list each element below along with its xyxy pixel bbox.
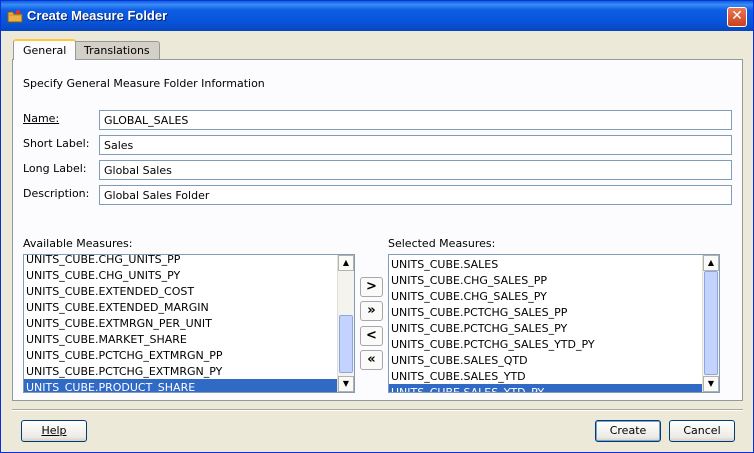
list-item[interactable]: UNITS_CUBE.CHG_SALES_PP — [389, 272, 702, 288]
move-all-button[interactable]: » — [360, 301, 383, 321]
list-item[interactable]: UNITS_CUBE.SALES_QTD — [389, 352, 702, 368]
list-item[interactable]: UNITS_CUBE.CHG_UNITS_PY — [24, 267, 337, 283]
list-item[interactable]: UNITS_CUBE.SALES_YTD — [389, 368, 702, 384]
short-label-field[interactable]: Sales — [99, 135, 732, 155]
short-label-label: Short Label: — [23, 137, 90, 150]
selected-measures-label: Selected Measures: — [388, 237, 496, 250]
list-item[interactable]: UNITS_CUBE.PCTCHG_SALES_YTD_PY — [389, 336, 702, 352]
scroll-down-icon[interactable]: ▼ — [703, 376, 719, 392]
window-title: Create Measure Folder — [27, 8, 168, 23]
list-item[interactable]: UNITS_CUBE.MARKET_SHARE — [24, 331, 337, 347]
section-title: Specify General Measure Folder Informati… — [23, 77, 265, 90]
list-item[interactable]: UNITS_CUBE.SALES_YTD_PY — [389, 384, 702, 392]
remove-all-button[interactable]: « — [360, 350, 383, 370]
list-item[interactable]: UNITS_CUBE.PRODUCT_SHARE — [24, 379, 337, 392]
remove-selected-button[interactable]: < — [360, 326, 383, 346]
close-button[interactable]: ✕ — [727, 7, 747, 27]
scroll-up-icon[interactable]: ▲ — [703, 255, 719, 271]
selected-measures-list[interactable]: UNITS_CUBE.SALES UNITS_CUBE.CHG_SALES_PP U… — [388, 254, 720, 393]
move-selected-button[interactable]: > — [360, 277, 383, 297]
create-measure-folder-dialog: Create Measure Folder ✕ General Translat… — [0, 0, 754, 453]
list-item[interactable]: UNITS_CUBE.PCTCHG_SALES_PY — [389, 320, 702, 336]
long-label-field[interactable]: Global Sales — [99, 160, 732, 180]
cancel-button[interactable]: Cancel — [669, 420, 735, 442]
scroll-down-icon[interactable]: ▼ — [338, 376, 354, 392]
list-item[interactable]: UNITS_CUBE.PCTCHG_EXTMRGN_PY — [24, 363, 337, 379]
help-button-label: Help — [41, 424, 67, 437]
folder-icon — [7, 10, 23, 23]
scroll-up-icon[interactable]: ▲ — [338, 255, 354, 271]
divider — [12, 409, 743, 411]
list-item[interactable]: UNITS_CUBE.EXTENDED_COST — [24, 283, 337, 299]
scroll-thumb[interactable] — [339, 315, 353, 373]
available-measures-list[interactable]: UNITS_CUBE.CHG_UNITS_PP UNITS_CUBE.CHG_UN… — [23, 254, 355, 393]
description-field[interactable]: Global Sales Folder — [99, 185, 732, 205]
name-label: Name: — [23, 112, 60, 125]
list-item[interactable]: UNITS_CUBE.PCTCHG_SALES_PP — [389, 304, 702, 320]
scroll-thumb[interactable] — [704, 271, 718, 375]
selected-scrollbar[interactable]: ▲ ▼ — [702, 255, 719, 392]
available-measures-label: Available Measures: — [23, 237, 133, 250]
name-field[interactable]: GLOBAL_SALES — [99, 110, 732, 130]
create-button[interactable]: Create — [595, 420, 661, 442]
list-item[interactable]: UNITS_CUBE.PCTCHG_EXTMRGN_PP — [24, 347, 337, 363]
description-label: Description: — [23, 187, 90, 200]
title-bar[interactable]: Create Measure Folder ✕ — [1, 1, 753, 31]
tab-general[interactable]: General — [13, 39, 77, 60]
available-scrollbar[interactable]: ▲ ▼ — [337, 255, 354, 392]
long-label-label: Long Label: — [23, 162, 87, 175]
list-item[interactable]: UNITS_CUBE.SALES — [389, 256, 702, 272]
help-button[interactable]: Help — [21, 420, 87, 442]
list-item[interactable]: UNITS_CUBE.CHG_SALES_PY — [389, 288, 702, 304]
list-item[interactable]: UNITS_CUBE.EXTMRGN_PER_UNIT — [24, 315, 337, 331]
list-item[interactable]: UNITS_CUBE.EXTENDED_MARGIN — [24, 299, 337, 315]
tab-translations[interactable]: Translations — [74, 41, 160, 59]
list-item[interactable]: UNITS_CUBE.CHG_UNITS_PP — [24, 255, 337, 267]
